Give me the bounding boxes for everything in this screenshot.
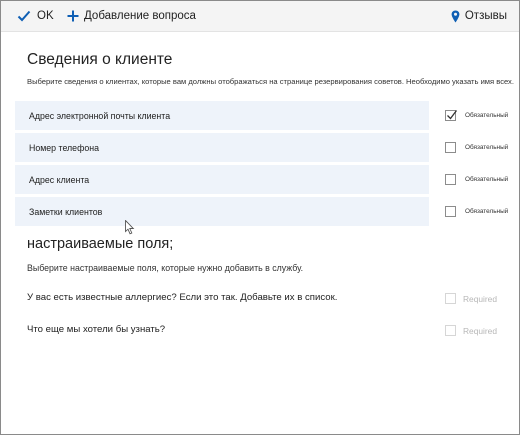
booking-questions-panel: OK Добавление вопроса Отзывы Сведения о … [0,0,520,435]
row-label-email: Адрес электронной почты клиента [29,110,171,121]
required-option-allergies: Required [445,293,497,304]
customer-info-row-address: Адрес клиента [15,165,429,194]
checkmark-icon [17,10,31,22]
required-option-phone: Обязательный [445,142,508,153]
toolbar: OK Добавление вопроса Отзывы [1,1,519,32]
feedback-button[interactable]: Отзывы [451,1,507,31]
ok-label: OK [37,10,54,22]
custom-fields-description: Выберите настраиваемые поля, которые нуж… [27,263,304,273]
required-checkbox-anything-else[interactable] [445,325,456,336]
ok-button[interactable]: OK [17,1,54,31]
required-checkbox-email[interactable] [445,110,458,121]
custom-fields-title: настраиваемые поля; [27,236,174,252]
required-checkbox-address[interactable] [445,174,456,185]
customer-info-row-notes: Заметки клиентов [15,197,429,226]
customer-info-title: Сведения о клиенте [27,51,173,68]
custom-question-allergies: У вас есть известные аллергиес? Если это… [27,292,338,303]
required-label-email: Обязательный [465,112,509,119]
row-label-notes: Заметки клиентов [29,206,103,217]
location-pin-icon [451,10,460,23]
row-label-phone: Номер телефона [29,142,99,153]
required-label-anything-else: Required [463,325,497,336]
required-label-address: Обязательный [465,176,509,183]
plus-icon [67,10,79,22]
row-label-address: Адрес клиента [29,174,90,185]
custom-question-anything-else: Что еще мы хотели бы узнать? [27,324,166,335]
customer-info-description: Выберите сведения о клиентах, которые ва… [27,77,514,86]
required-label-phone: Обязательный [465,144,509,151]
required-checkbox-phone[interactable] [445,142,456,153]
required-label-notes: Обязательный [465,208,509,215]
feedback-label: Отзывы [464,10,507,22]
add-question-button[interactable]: Добавление вопроса [67,1,196,31]
required-option-email: Обязательный [445,110,508,121]
add-question-label: Добавление вопроса [84,10,196,22]
required-option-notes: Обязательный [445,206,508,217]
required-checkbox-notes[interactable] [445,206,456,217]
required-option-anything-else: Required [445,325,497,336]
customer-info-row-email: Адрес электронной почты клиента [15,101,429,130]
checkmark-icon [447,110,458,120]
required-label-allergies: Required [463,293,497,304]
required-checkbox-allergies[interactable] [445,293,456,304]
required-option-address: Обязательный [445,174,508,185]
customer-info-row-phone: Номер телефона [15,133,429,162]
